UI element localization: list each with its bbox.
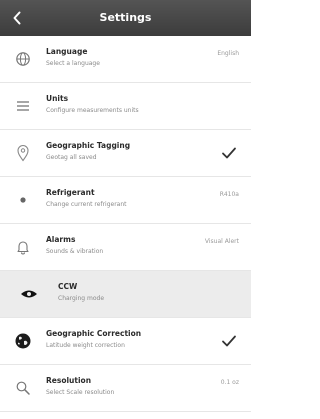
magnifier-icon [14, 379, 32, 397]
setting-row-alarms[interactable]: Alarms Sounds & vibration Visual Alert [0, 224, 251, 271]
setting-row-ccw[interactable]: CCW Charging mode [0, 271, 251, 318]
setting-value: 0.1 oz [220, 379, 239, 386]
setting-subtitle: Change current refrigerant [46, 201, 127, 208]
location-pin-icon [14, 144, 32, 162]
checkmark-icon [222, 335, 236, 347]
globe-icon [14, 50, 32, 68]
setting-value: Visual Alert [204, 238, 239, 245]
setting-row-geographic-tagging[interactable]: Geographic Tagging Geotag all saved [0, 130, 251, 177]
setting-label: CCW [58, 282, 78, 291]
setting-row-refrigerant[interactable]: Refrigerant Change current refrigerant R… [0, 177, 251, 224]
back-chevron-icon [13, 11, 21, 25]
setting-label: Language [46, 47, 88, 56]
setting-value: English [217, 50, 239, 57]
eye-icon [20, 285, 38, 303]
setting-label: Refrigerant [46, 188, 95, 197]
globe-dark-icon [14, 332, 32, 350]
setting-label: Geographic Correction [46, 329, 142, 338]
setting-row-resolution[interactable]: Resolution Select Scale resolution 0.1 o… [0, 365, 251, 412]
setting-label: Units [46, 94, 69, 103]
setting-subtitle: Select a language [46, 60, 100, 67]
checkmark-icon [222, 147, 236, 159]
setting-row-language[interactable]: Language Select a language English [0, 36, 251, 83]
setting-subtitle: Sounds & vibration [46, 248, 104, 255]
setting-subtitle: Latitude weight correction [46, 342, 125, 349]
settings-list: Language Select a language English Units… [0, 36, 251, 412]
setting-row-geographic-correction[interactable]: Geographic Correction Latitude weight co… [0, 318, 251, 365]
back-button[interactable] [4, 0, 30, 36]
bell-icon [14, 238, 32, 256]
setting-row-units[interactable]: Units Configure measurements units [0, 83, 251, 130]
top-bar: Settings [0, 0, 251, 36]
setting-subtitle: Configure measurements units [46, 107, 139, 114]
setting-subtitle: Select Scale resolution [46, 389, 115, 396]
setting-label: Geographic Tagging [46, 141, 131, 150]
list-icon [14, 97, 32, 115]
dot-icon [14, 191, 32, 209]
settings-screen: Settings Language Select a language Engl… [0, 0, 251, 419]
setting-subtitle: Geotag all saved [46, 154, 97, 161]
setting-value: R410a [219, 191, 239, 198]
setting-label: Alarms [46, 235, 76, 244]
setting-subtitle: Charging mode [58, 295, 105, 302]
setting-label: Resolution [46, 376, 92, 385]
page-title: Settings [99, 11, 152, 24]
